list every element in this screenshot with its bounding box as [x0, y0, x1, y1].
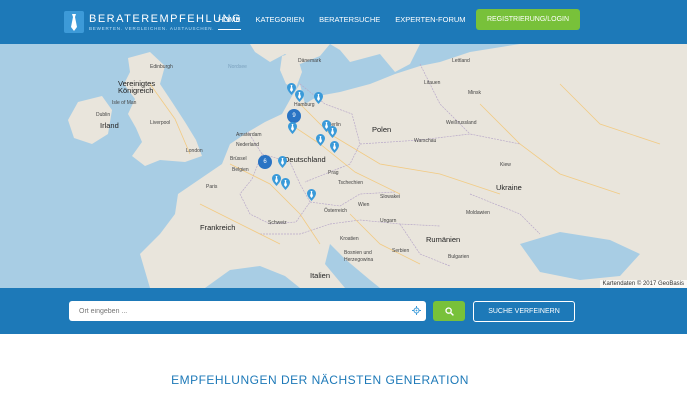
map-label-ukraine: Ukraine: [496, 183, 522, 192]
map-attribution[interactable]: Kartendaten © 2017 GeoBasis: [599, 280, 687, 288]
refine-search-button[interactable]: SUCHE VERFEINERN: [473, 301, 575, 322]
map-label-nederland: Nederland: [236, 142, 260, 148]
consultant-marker[interactable]: [307, 189, 316, 201]
map-label-ireland: Irland: [100, 121, 119, 130]
map-label-slowakei: Slowakei: [380, 194, 401, 200]
map-label-wien: Wien: [358, 202, 370, 208]
consultant-marker[interactable]: [330, 141, 339, 153]
map-label-prag: Prag: [328, 170, 339, 176]
map-label-brussel: Brüssel: [230, 156, 247, 162]
map-label-belgien: Belgien: [232, 167, 249, 173]
map-label-minsk: Minsk: [468, 90, 482, 96]
map-label-nordsee: Nordsee: [228, 64, 247, 70]
map-label-bosnien: Bosnien und Herzegowina: [344, 250, 374, 263]
consultant-marker[interactable]: [316, 134, 325, 146]
map-label-liverpool: Liverpool: [150, 120, 171, 126]
map-label-rumanien: Rumänien: [426, 235, 461, 244]
section-title: EMPFEHLUNGEN DER NÄCHSTEN GENERATION: [171, 373, 469, 387]
map-label-isle-of-man: Isle of Man: [112, 100, 137, 106]
map-label-tschechien: Tschechien: [338, 180, 364, 186]
nav-beratersuche[interactable]: BERATERSUCHE: [319, 15, 380, 30]
map-label-london: London: [186, 148, 203, 154]
map-label-polen: Polen: [372, 125, 392, 134]
search-submit-button[interactable]: [433, 301, 465, 321]
nav-home[interactable]: HOME: [218, 15, 241, 30]
map-label-lettland: Lettland: [452, 58, 470, 64]
map-label-moldawien: Moldawien: [466, 210, 490, 216]
tie-logo-icon: [64, 11, 84, 33]
main-nav: HOME KATEGORIEN BERATERSUCHE EXPERTEN-FO…: [218, 15, 481, 30]
consultant-marker[interactable]: [272, 174, 281, 186]
locate-icon[interactable]: [412, 306, 421, 315]
map-label-warschau: Warschau: [414, 138, 437, 144]
map-label-edinburgh: Edinburgh: [150, 64, 173, 70]
site-header: BERATEREMPFEHLUNG BEWERTEN. VERGLEICHEN.…: [0, 0, 687, 44]
map-label-kroatien: Kroatien: [340, 236, 359, 242]
consultant-marker[interactable]: [278, 156, 287, 168]
brand-logo[interactable]: BERATEREMPFEHLUNG BEWERTEN. VERGLEICHEN.…: [64, 10, 242, 34]
map-label-litauen: Litauen: [424, 80, 441, 86]
register-login-button[interactable]: REGISTRIERUNG/LOGIN: [476, 9, 580, 30]
consultant-marker[interactable]: [295, 90, 304, 102]
map-label-paris: Paris: [206, 184, 218, 190]
map-label-ungarn: Ungarn: [380, 218, 397, 224]
map-label-weissrussland: Weißrussland: [446, 120, 477, 126]
map-label-schweiz: Schweiz: [268, 220, 287, 226]
map-label-italien: Italien: [310, 271, 331, 280]
map-label-bulgarien: Bulgarien: [448, 254, 470, 260]
marker-cluster[interactable]: 6: [258, 155, 272, 169]
search-icon: [444, 306, 454, 316]
location-search-input[interactable]: [69, 301, 426, 321]
nav-experten-forum[interactable]: EXPERTEN-FORUM: [395, 15, 465, 30]
map-label-hamburg: Hamburg: [294, 102, 315, 108]
search-bar: SUCHE VERFEINERN: [0, 288, 687, 334]
map-label-danemark: Dänemark: [298, 58, 322, 64]
consultant-marker[interactable]: [328, 126, 337, 138]
consultant-marker[interactable]: [281, 178, 290, 190]
consultant-marker[interactable]: [288, 122, 297, 134]
map-view[interactable]: Edinburgh Vereinigtes Königreich Isle of …: [0, 44, 687, 288]
map-label-amsterdam: Amsterdam: [236, 132, 262, 138]
map-label-kiew: Kiew: [500, 162, 511, 168]
marker-cluster[interactable]: 9: [287, 109, 301, 123]
consultant-marker[interactable]: [314, 92, 323, 104]
map-label-osterreich: Österreich: [324, 208, 348, 214]
nav-kategorien[interactable]: KATEGORIEN: [256, 15, 305, 30]
map-label-frankreich: Frankreich: [200, 223, 236, 232]
map-label-dublin: Dublin: [96, 112, 111, 118]
map-label-deutschland: Deutschland: [284, 155, 326, 164]
map-label-serbien: Serbien: [392, 248, 410, 254]
page: BERATEREMPFEHLUNG BEWERTEN. VERGLEICHEN.…: [0, 0, 687, 412]
map-label-uk: Vereinigtes Königreich: [118, 79, 156, 95]
